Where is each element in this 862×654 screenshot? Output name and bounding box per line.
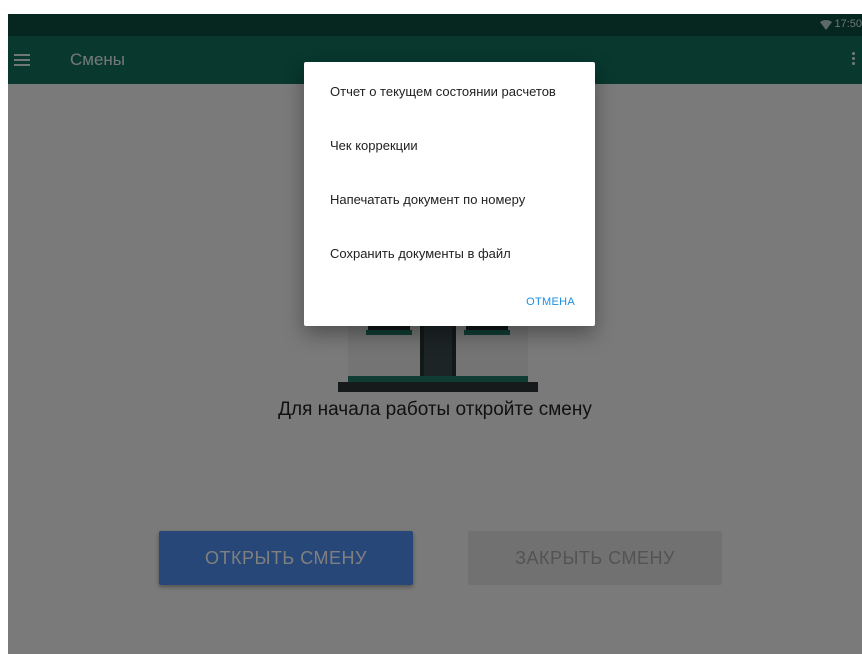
dialog-item-save-to-file[interactable]: Сохранить документы в файл	[330, 246, 511, 261]
dialog-item-print-by-number[interactable]: Напечатать документ по номеру	[330, 192, 525, 207]
dialog-item-settlement-report[interactable]: Отчет о текущем состоянии расчетов	[330, 84, 556, 99]
dialog-item-correction-receipt[interactable]: Чек коррекции	[330, 138, 418, 153]
app-screen: 17:50 Смены Для начала работы откройте с…	[8, 14, 862, 654]
cancel-button[interactable]: ОТМЕНА	[526, 296, 575, 308]
actions-dialog: Отчет о текущем состоянии расчетов Чек к…	[304, 62, 595, 326]
